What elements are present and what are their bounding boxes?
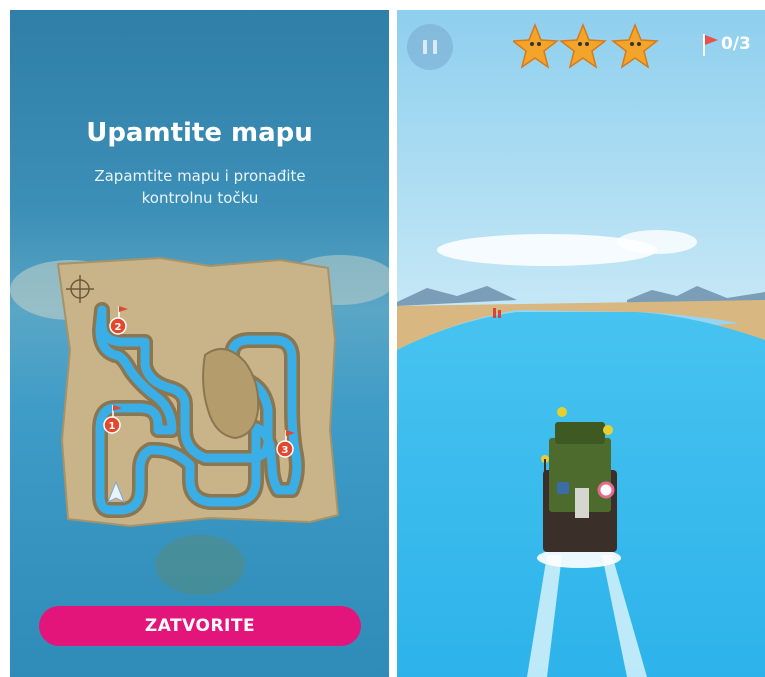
starfish-star-icon [513,22,560,69]
star-rating [513,22,660,69]
pause-icon [433,40,437,54]
pause-icon [423,40,427,54]
close-button[interactable]: ZATVORITE [39,606,361,646]
screen-title: Upamtite mapu [86,118,313,148]
treasure-map: 1 2 3 [10,255,389,595]
checkpoint-number: 1 [109,421,116,432]
buoy [493,308,496,318]
checkpoint-counter: 0/3 [701,32,763,58]
checkpoint-number: 2 [115,322,122,333]
checkpoint-number: 3 [282,445,289,456]
starfish-star-icon [558,22,608,69]
red-flag-icon [703,34,718,56]
pause-button[interactable] [407,24,453,70]
map-intro-screen: 1 2 3 Upamtite mapu Zapamtite mapu i pro… [10,10,389,677]
game-scene [397,10,765,677]
blurred-boat [155,535,245,595]
buoy [498,310,501,318]
starfish-star-icon [610,22,660,69]
screen-subtitle: Zapamtite mapu i pronađite kontrolnu toč… [94,167,306,207]
cloud [617,230,697,254]
checkpoint-count: 0/3 [721,34,751,54]
gameplay-screen: 0/3 [397,10,765,677]
